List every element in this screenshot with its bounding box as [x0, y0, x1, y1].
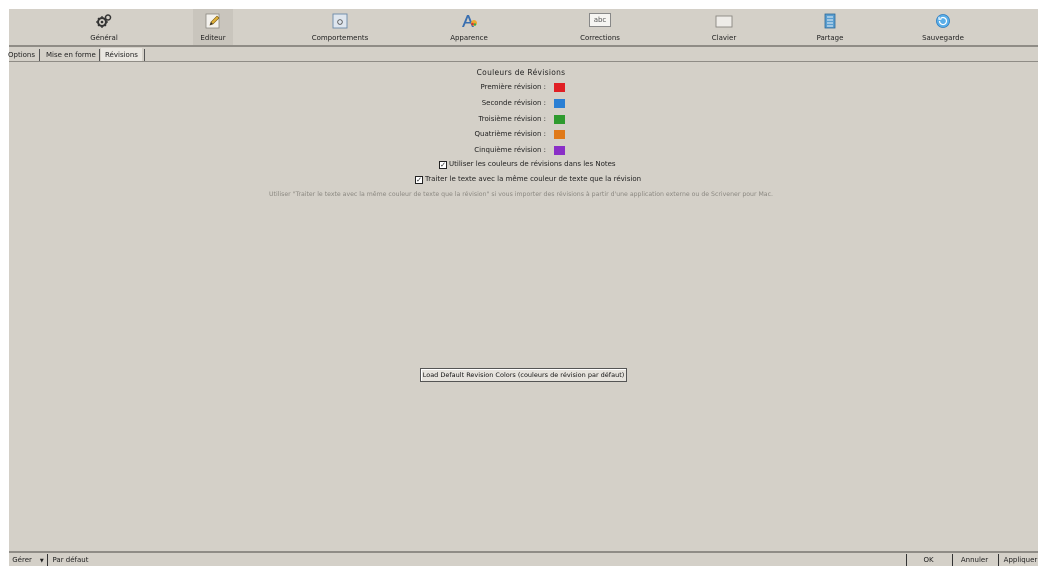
par-defaut-button[interactable]: Par défaut	[47, 554, 93, 566]
revision-label: Troisième révision :	[478, 115, 546, 123]
appliquer-button[interactable]: Appliquer	[998, 554, 1042, 566]
window-top-margin	[0, 0, 1042, 9]
preferences-window: Général Editeur Comportements Apparence …	[0, 0, 1042, 566]
bottom-divider	[9, 551, 1038, 553]
same-text-color-checkbox[interactable]: ✓	[415, 176, 423, 184]
tab-separator	[144, 49, 145, 61]
color-swatch[interactable]	[554, 115, 565, 124]
color-swatch[interactable]	[554, 130, 565, 139]
toolbar-divider	[9, 45, 1038, 47]
revision-row: Quatrième révision :	[0, 129, 1042, 141]
pencil-icon	[205, 13, 220, 29]
checkbox-label: Utiliser les couleurs de révisions dans …	[449, 160, 616, 168]
color-swatch[interactable]	[554, 83, 565, 92]
hint-text: Utiliser "Traiter le texte avec la même …	[269, 191, 773, 198]
ok-button[interactable]: OK	[906, 554, 950, 566]
revision-row: Cinquième révision :	[0, 145, 1042, 157]
revision-label: Cinquième révision :	[474, 146, 546, 154]
tab-revisions[interactable]: Révisions	[101, 48, 142, 62]
gerer-label: Gérer	[12, 556, 32, 564]
revision-row: Seconde révision :	[0, 98, 1042, 110]
chevron-down-icon: ▼	[39, 558, 44, 564]
backup-icon	[936, 14, 950, 28]
toolbar-sauvegarde-label: Sauvegarde	[922, 34, 964, 42]
color-swatch[interactable]	[554, 146, 565, 155]
gerer-dropdown[interactable]: Gérer ▼	[9, 554, 47, 566]
revision-row: Troisième révision :	[0, 114, 1042, 126]
keyboard-icon	[715, 15, 733, 28]
toolbar-corrections[interactable]: abc Corrections	[530, 9, 670, 45]
toolbar-apparence-label: Apparence	[450, 34, 488, 42]
abc-icon: abc	[589, 13, 611, 27]
toolbar-comportements[interactable]: Comportements	[270, 9, 410, 45]
toolbar-comportements-label: Comportements	[311, 34, 369, 42]
tab-separator	[99, 49, 100, 61]
tab-mise-en-forme[interactable]: Mise en forme	[42, 48, 100, 62]
checkbox-row: ✓ Utiliser les couleurs de révisions dan…	[0, 160, 1042, 172]
annuler-button[interactable]: Annuler	[952, 554, 996, 566]
use-colors-in-notes-checkbox[interactable]: ✓	[439, 161, 447, 169]
toolbar-editeur-label: Editeur	[200, 34, 226, 42]
color-swatch[interactable]	[554, 99, 565, 108]
editor-tabs: Options Mise en forme Révisions	[0, 48, 1042, 62]
tabs-divider	[9, 61, 1038, 62]
revision-label: Seconde révision :	[481, 99, 546, 107]
share-icon	[824, 13, 836, 29]
preferences-toolbar: Général Editeur Comportements Apparence …	[9, 9, 1038, 45]
tab-options[interactable]: Options	[4, 48, 39, 62]
window-icon	[332, 13, 348, 29]
font-color-icon	[462, 15, 477, 27]
load-default-colors-button[interactable]: Load Default Revision Colors (couleurs d…	[420, 368, 627, 382]
gears-icon	[96, 14, 112, 28]
checkbox-row: ✓ Traiter le texte avec la même couleur …	[0, 175, 1042, 187]
revision-colors-title: Couleurs de Révisions	[476, 68, 566, 77]
checkbox-label: Traiter le texte avec la même couleur de…	[425, 175, 642, 183]
toolbar-corrections-label: Corrections	[580, 34, 620, 42]
toolbar-apparence[interactable]: Apparence	[399, 9, 539, 45]
revision-label: Quatrième révision :	[474, 130, 546, 138]
tab-separator	[39, 49, 40, 61]
toolbar-sauvegarde[interactable]: Sauvegarde	[873, 9, 1013, 45]
toolbar-editeur[interactable]: Editeur	[143, 9, 283, 45]
revision-label: Première révision :	[480, 83, 546, 91]
revision-row: Première révision :	[0, 82, 1042, 94]
